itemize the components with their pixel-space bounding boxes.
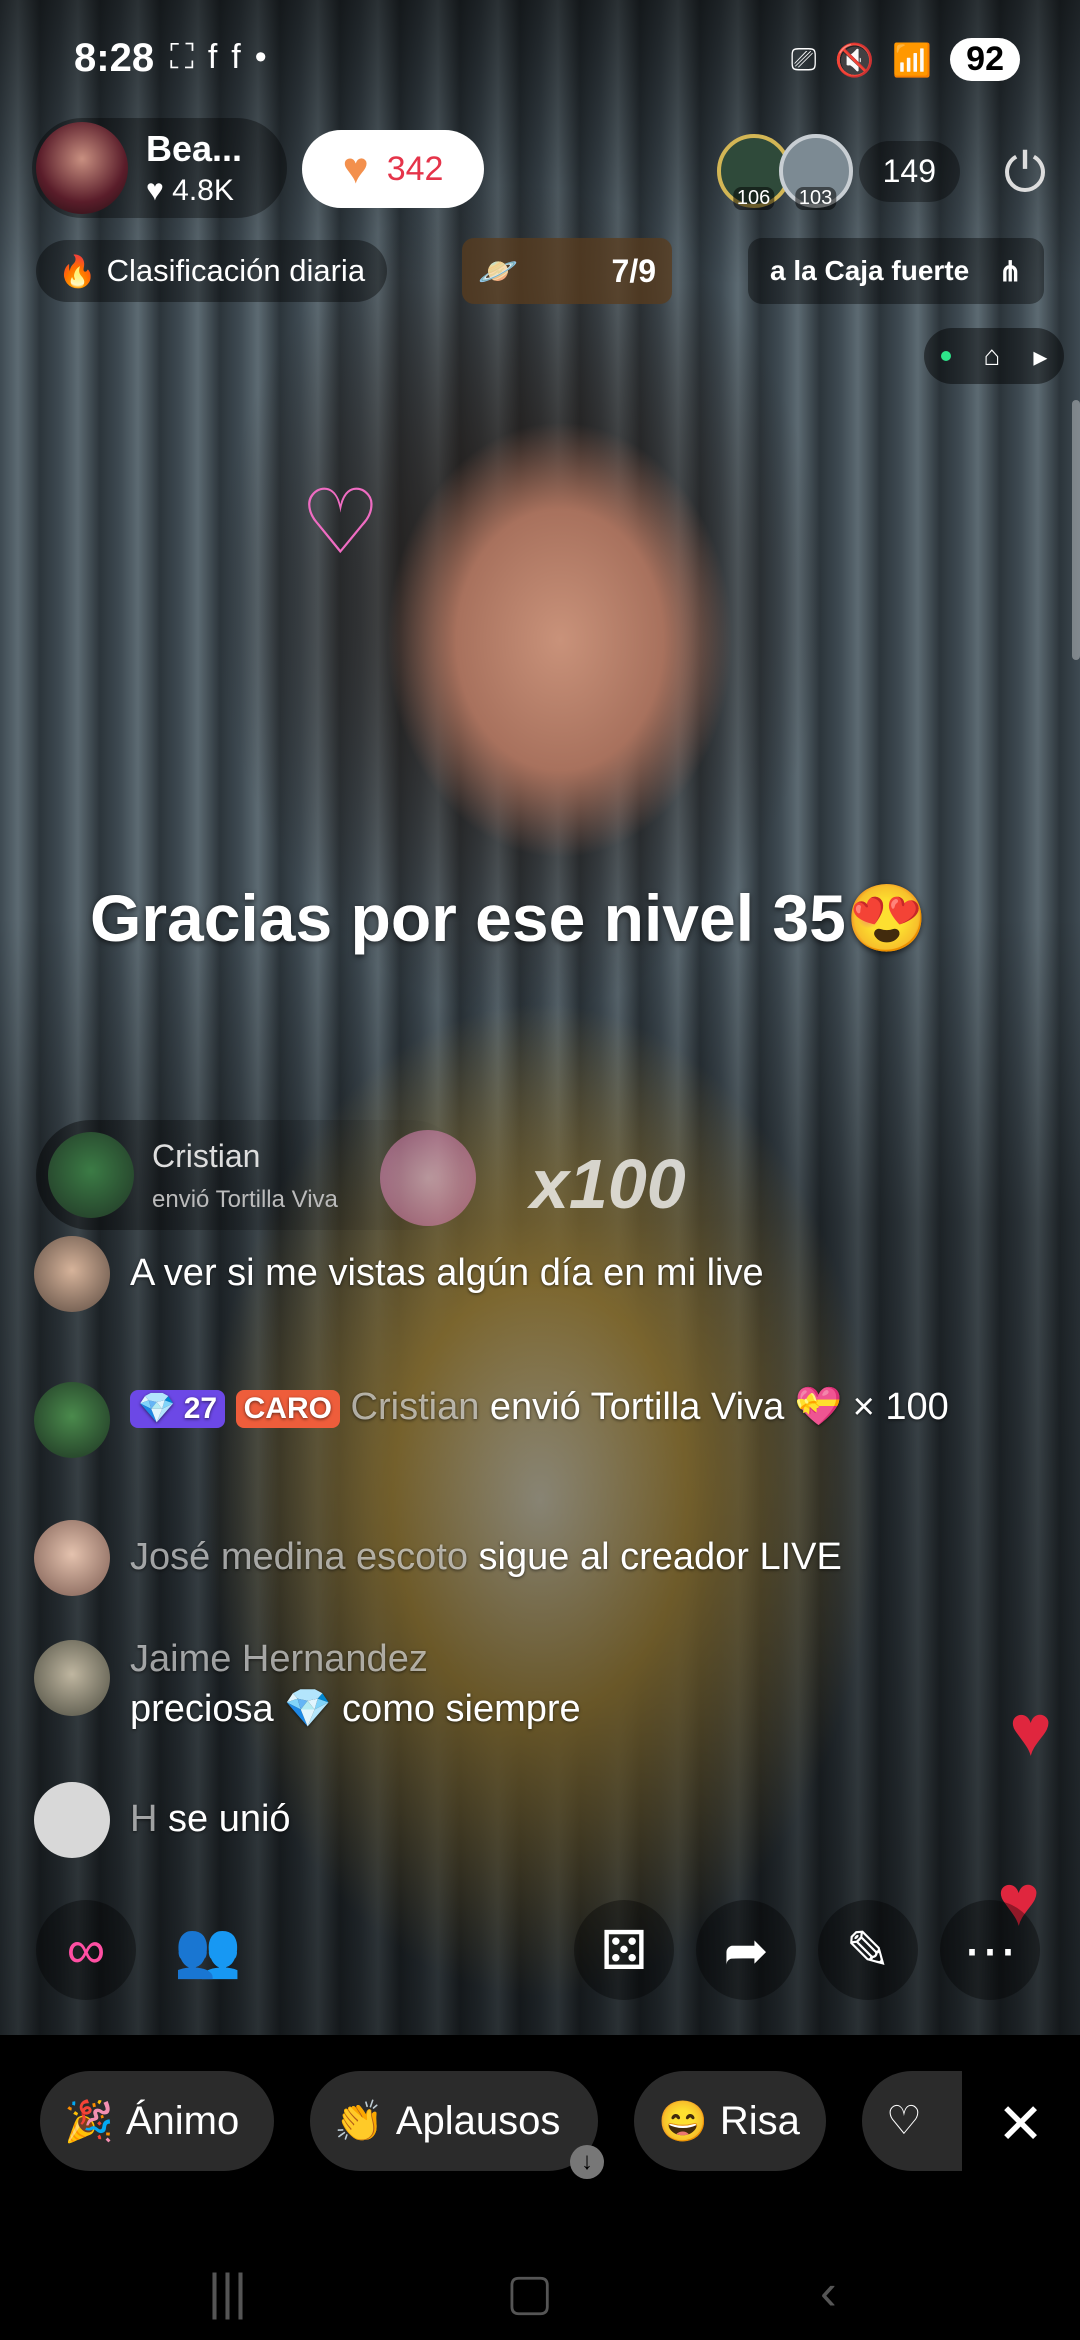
heart-icon: ♥ <box>342 144 369 193</box>
share-icon[interactable]: ➦ <box>696 1900 796 2000</box>
live-action-row: ∞ 👥 ⚄ ➦ ✎ ⋯ <box>0 1900 1080 2000</box>
multi-guest-icon[interactable]: 👥 <box>158 1900 258 2000</box>
viewer-count[interactable]: 149 <box>858 140 960 202</box>
follow-count: 342 <box>386 149 444 188</box>
vault-label: a la Caja fuerte <box>770 255 970 286</box>
viewer-badge: 106 <box>732 187 775 210</box>
party-icon: 🎉 <box>64 2099 114 2144</box>
facebook-icon: f <box>207 38 218 76</box>
reaction-applause-button[interactable]: 👏 Aplausos ↓ <box>310 2071 604 2179</box>
heart-sticker-icon: ♡ <box>300 473 381 573</box>
host-profile[interactable]: Bea... ♥ 4.8K <box>32 118 287 218</box>
gift-sender-name: Cristian <box>152 1138 261 1174</box>
laugh-icon: 😄 <box>658 2099 708 2144</box>
status-notification-icons: ⛶ f f • <box>170 38 267 77</box>
reaction-label: Risa <box>719 2098 800 2143</box>
chat-text: 💎 27 CARO Cristian envió Tortilla Viva 💝… <box>130 1382 1010 1432</box>
chat-avatar[interactable] <box>34 1640 110 1716</box>
reaction-label: Ánimo <box>125 2098 240 2143</box>
chat-text: José medina escoto sigue al creador LIVE <box>130 1536 842 1578</box>
navigation-bar: ||| ▢ ‹ <box>0 2235 1080 2340</box>
recent-apps-icon[interactable]: ||| <box>208 2263 247 2321</box>
viewer-avatar[interactable]: 103 <box>778 134 853 210</box>
host-likes: ♥ 4.8K <box>146 174 234 207</box>
gift-sender-avatar <box>48 1132 134 1218</box>
reaction-laugh-button[interactable]: 😄 Risa <box>634 2071 826 2171</box>
home-icon: ⌂ <box>983 340 1001 371</box>
dot-icon: • <box>254 38 267 76</box>
follow-button[interactable]: ♥ 342 <box>302 130 484 208</box>
floating-heart-icon: ♥ <box>1009 1691 1052 1771</box>
side-scrollbar[interactable] <box>1072 400 1080 660</box>
chat-text: A ver si me vistas algún día en mi live <box>130 1252 764 1294</box>
fan-club-badge: CARO <box>235 1389 340 1428</box>
vault-banner[interactable]: a la Caja fuerte ⋔ <box>748 238 1044 304</box>
more-options-icon[interactable]: ⋯ <box>940 1900 1040 2000</box>
back-icon[interactable]: ‹ <box>820 2263 837 2321</box>
level-badge: 💎 27 <box>130 1389 226 1428</box>
host-avatar[interactable] <box>36 122 128 214</box>
viewer-badge: 103 <box>794 187 837 210</box>
reaction-label: Aplausos <box>395 2098 561 2143</box>
cast-icon: ⎚ <box>790 40 817 77</box>
ranking-label: Clasificación diaria <box>106 253 366 288</box>
facebook-icon: f <box>231 38 241 76</box>
top-viewers[interactable]: 106 103 149 <box>716 134 960 210</box>
game-icon[interactable]: ⚄ <box>574 1900 674 2000</box>
trident-icon: ⋔ <box>998 255 1022 287</box>
download-icon: ↓ <box>570 2145 604 2179</box>
goal-progress[interactable]: 🪐 7/9 <box>462 238 672 304</box>
daily-ranking-pill[interactable]: 🔥 Clasificación diaria <box>36 240 388 302</box>
reaction-kiss-button[interactable]: ♡ <box>862 2071 962 2171</box>
mute-icon: 🔇 <box>834 41 875 78</box>
wifi-icon: 📶 <box>892 41 933 78</box>
reaction-cheer-button[interactable]: 🎉 Ánimo <box>40 2071 274 2171</box>
magic-wand-icon[interactable]: ✎ <box>818 1900 918 2000</box>
stream-caption: Gracias por ese nivel 35😍 <box>90 881 928 955</box>
gift-multiplier: x100 <box>530 1145 686 1223</box>
chat-username[interactable]: José medina escoto <box>130 1536 468 1578</box>
lips-icon: ♡ <box>886 2099 922 2143</box>
chat-username[interactable]: Jaime Hernandez <box>130 1634 581 1684</box>
host-name: Bea... <box>146 128 243 169</box>
status-system-icons: ⎚ 🔇 📶 92 <box>791 38 1020 81</box>
close-reactions-icon[interactable]: ✕ <box>997 2091 1044 2157</box>
mini-live-control[interactable]: ⌂ ▸ <box>924 328 1064 384</box>
tortilla-gift-icon <box>380 1130 476 1226</box>
chat-text: H se unió <box>130 1798 291 1840</box>
status-bar: 8:28 ⛶ f f • ⎚ 🔇 📶 92 <box>0 0 1080 120</box>
screenshot-icon: ⛶ <box>170 38 194 76</box>
goal-count: 7/9 <box>611 252 656 289</box>
chat-avatar[interactable] <box>34 1382 110 1458</box>
chat-text: Jaime Hernandez preciosa 💎 como siempre <box>130 1634 581 1734</box>
online-dot-icon <box>940 351 951 361</box>
chat-avatar[interactable] <box>34 1236 110 1312</box>
fire-icon: 🔥 <box>58 253 97 289</box>
chat-avatar[interactable] <box>34 1520 110 1596</box>
planet-icon: 🪐 <box>478 253 518 289</box>
play-icon: ▸ <box>1033 340 1048 372</box>
battery-indicator: 92 <box>950 38 1020 81</box>
close-live-icon[interactable]: ⏻ <box>990 138 1060 208</box>
status-time: 8:28 <box>74 36 155 80</box>
chat-username[interactable]: Cristian <box>351 1386 480 1428</box>
clap-icon: 👏 <box>334 2099 384 2144</box>
chat-avatar[interactable] <box>34 1782 110 1858</box>
link-icon[interactable]: ∞ <box>36 1900 136 2000</box>
gift-description: envió Tortilla Viva <box>152 1186 338 1213</box>
chat-username[interactable]: H <box>130 1798 157 1840</box>
reaction-bar: 🎉 Ánimo 👏 Aplausos ↓ 😄 Risa ♡ ✕ <box>0 2035 1080 2235</box>
home-button-icon[interactable]: ▢ <box>506 2263 553 2321</box>
